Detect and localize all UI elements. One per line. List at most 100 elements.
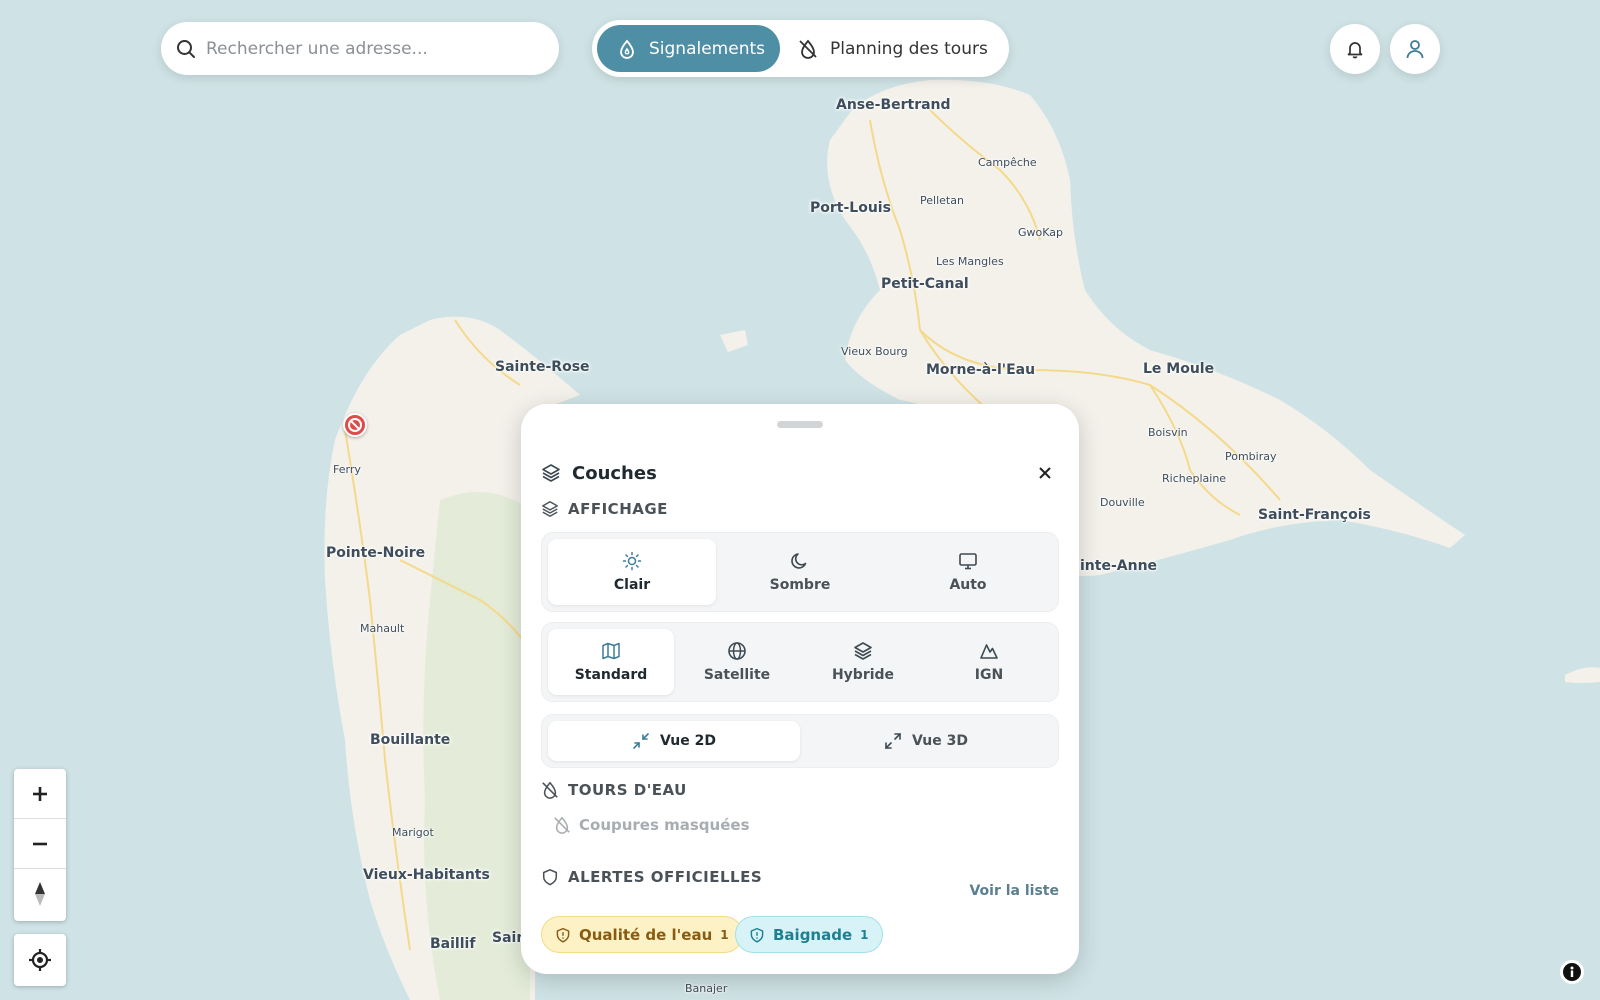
place-label: Morne-à-l'Eau xyxy=(926,362,1036,378)
address-search-bar[interactable] xyxy=(161,22,559,75)
report-marker[interactable] xyxy=(343,413,367,437)
map-style-selector: Standard Satellite Hybride IGN xyxy=(541,622,1059,702)
moon-icon xyxy=(791,553,807,569)
place-label: Campêche xyxy=(978,156,1037,169)
place-label: Bouillante xyxy=(370,732,451,748)
search-icon xyxy=(177,39,195,58)
place-label: Saint-François xyxy=(1258,507,1371,523)
place-label: inte-Anne xyxy=(1080,558,1158,574)
drag-handle[interactable] xyxy=(777,421,823,428)
zoom-out-button[interactable] xyxy=(14,819,66,869)
place-label: Richeplaine xyxy=(1162,472,1227,485)
place-label: Vieux-Habitants xyxy=(363,867,490,883)
alert-chip-baignade[interactable]: Baignade 1 xyxy=(735,916,883,953)
place-label: Mahault xyxy=(360,622,405,635)
place-label: Baillif xyxy=(430,936,476,952)
place-label: Boisvin xyxy=(1148,426,1188,439)
mountain-icon xyxy=(980,644,998,659)
place-label: Douville xyxy=(1100,496,1145,509)
profile-button[interactable] xyxy=(1390,24,1440,74)
geolocate-button[interactable] xyxy=(14,934,66,986)
option-label: Vue 3D xyxy=(911,733,969,749)
style-option-hybride[interactable]: Hybride xyxy=(800,629,926,695)
shield-alert-icon xyxy=(750,927,764,943)
option-label: Satellite xyxy=(703,667,771,683)
monitor-icon xyxy=(959,553,977,570)
droplet-flame-icon xyxy=(620,39,634,59)
panel-title: Couches xyxy=(572,462,657,484)
zoom-in-button[interactable] xyxy=(14,769,66,819)
info-icon xyxy=(1563,963,1581,981)
section-heading: ALERTES OFFICIELLES xyxy=(568,868,763,886)
globe-icon xyxy=(728,642,746,660)
user-icon xyxy=(1406,40,1424,59)
toggle-label: Coupures masquées xyxy=(579,816,750,834)
option-label: Vue 2D xyxy=(659,733,717,749)
option-label: Auto xyxy=(949,577,987,593)
voir-la-liste-link[interactable]: Voir la liste xyxy=(969,883,1059,899)
section-heading: TOURS D'EAU xyxy=(568,781,687,799)
place-label: Marigot xyxy=(392,826,434,839)
alert-chip-qualite-eau[interactable]: Qualité de l'eau 1 xyxy=(541,916,743,953)
place-label: Pelletan xyxy=(920,194,964,207)
minus-icon xyxy=(33,842,47,845)
layers-panel: Couches AFFICHAGE Clair Sombre Auto Stan… xyxy=(521,404,1079,974)
close-button[interactable] xyxy=(1031,459,1059,487)
view-option-3d[interactable]: Vue 3D xyxy=(800,721,1052,761)
place-label: Le Moule xyxy=(1143,361,1215,377)
maximize-icon xyxy=(885,733,901,749)
mode-toggle: Signalements Planning des tours xyxy=(592,20,1009,77)
chip-label: Qualité de l'eau xyxy=(579,925,713,944)
minimize-icon xyxy=(633,733,649,749)
chip-count: 1 xyxy=(860,927,869,942)
place-label: Petit-Canal xyxy=(881,276,969,292)
notifications-button[interactable] xyxy=(1330,24,1380,74)
address-search-input[interactable] xyxy=(206,38,526,59)
section-tours-deau: TOURS D'EAU xyxy=(541,781,687,799)
style-option-ign[interactable]: IGN xyxy=(926,629,1052,695)
layers-icon xyxy=(542,501,558,517)
place-label: Les Mangles xyxy=(936,255,1004,268)
tab-planning-des-tours[interactable]: Planning des tours xyxy=(780,25,988,72)
style-option-standard[interactable]: Standard xyxy=(548,629,674,695)
style-option-satellite[interactable]: Satellite xyxy=(674,629,800,695)
attribution-button[interactable] xyxy=(1560,960,1584,984)
place-label: Vieux Bourg xyxy=(841,345,908,358)
theme-option-sombre[interactable]: Sombre xyxy=(716,539,884,605)
place-label: Sainte-Rose xyxy=(495,359,590,375)
droplet-off-icon xyxy=(542,781,558,799)
shield-icon xyxy=(542,869,558,886)
panel-header: Couches xyxy=(541,458,1059,488)
section-heading: AFFICHAGE xyxy=(568,500,668,518)
coupures-masquees-toggle[interactable]: Coupures masquées xyxy=(553,816,750,834)
theme-option-auto[interactable]: Auto xyxy=(884,539,1052,605)
droplet-off-icon xyxy=(554,816,570,834)
ban-icon xyxy=(348,418,362,432)
compass-icon xyxy=(35,882,45,906)
chip-label: Baignade xyxy=(773,925,853,944)
option-label: Clair xyxy=(613,577,651,593)
option-label: Hybride xyxy=(831,667,895,683)
option-label: Standard xyxy=(574,667,648,683)
view-option-2d[interactable]: Vue 2D xyxy=(548,721,800,761)
section-affichage: AFFICHAGE xyxy=(541,500,668,518)
shield-alert-icon xyxy=(556,927,570,943)
zoom-controls xyxy=(14,769,66,921)
reset-north-button[interactable] xyxy=(14,869,66,919)
layers-icon xyxy=(542,464,560,482)
section-alertes-officielles: ALERTES OFFICIELLES xyxy=(541,868,762,886)
tab-signalements[interactable]: Signalements xyxy=(597,25,780,72)
layers-icon xyxy=(854,642,872,660)
locate-icon xyxy=(29,949,51,971)
map-icon xyxy=(602,642,620,660)
place-label: GwoKap xyxy=(1018,226,1063,239)
place-label: Ferry xyxy=(333,463,361,476)
place-label: Anse-Bertrand xyxy=(836,97,951,113)
sun-icon xyxy=(622,551,642,571)
bell-icon xyxy=(1347,42,1363,59)
place-label: Port-Louis xyxy=(810,200,891,216)
option-label: Sombre xyxy=(769,577,831,593)
theme-option-clair[interactable]: Clair xyxy=(548,539,716,605)
place-label: Pombiray xyxy=(1225,450,1277,463)
theme-selector: Clair Sombre Auto xyxy=(541,532,1059,612)
